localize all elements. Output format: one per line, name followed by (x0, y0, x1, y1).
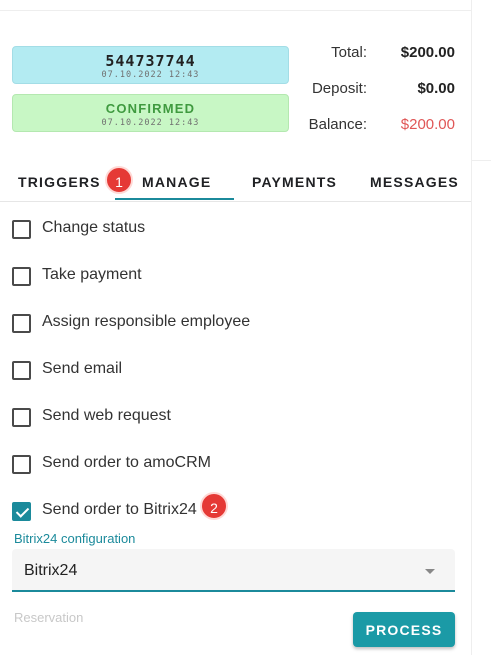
reservation-label: Reservation (14, 610, 84, 625)
total-value: $200.00 (400, 44, 455, 61)
tab-bar: TRIGGERS MANAGE PAYMENTS MESSAGES (0, 160, 471, 202)
assign-employee-checkbox[interactable] (12, 314, 31, 333)
deposit-label: Deposit: (311, 80, 367, 97)
balance-value: $200.00 (400, 116, 455, 133)
tab-triggers[interactable]: TRIGGERS (18, 160, 101, 202)
send-web-request-checkbox[interactable] (12, 408, 31, 427)
action-send-email[interactable]: Send email (12, 358, 312, 382)
action-take-payment[interactable]: Take payment (12, 264, 312, 288)
top-divider (0, 10, 471, 11)
change-status-label: Change status (42, 219, 146, 236)
step-badge-2: 2 (200, 492, 228, 520)
change-status-checkbox[interactable] (12, 220, 31, 239)
right-panel-divider (471, 0, 472, 655)
bitrix24-config-select[interactable]: Bitrix24 (12, 549, 455, 592)
dropdown-caret-icon (425, 569, 435, 574)
step-badge-1: 1 (105, 166, 133, 194)
send-email-checkbox[interactable] (12, 361, 31, 380)
order-id-date: 07.10.2022 12:43 (101, 70, 200, 80)
action-send-bitrix24[interactable]: Send order to Bitrix24 (12, 499, 312, 523)
send-bitrix24-label: Send order to Bitrix24 (42, 501, 197, 518)
balance-label: Balance: (308, 116, 367, 133)
active-tab-indicator (115, 198, 234, 200)
order-id: 544737744 (105, 52, 196, 70)
send-bitrix24-checkbox[interactable] (12, 502, 31, 521)
send-email-label: Send email (42, 360, 123, 377)
right-panel-rule (472, 160, 491, 161)
send-web-request-label: Send web request (42, 407, 171, 424)
process-button[interactable]: PROCESS (353, 612, 455, 647)
tab-messages[interactable]: MESSAGES (370, 160, 459, 202)
send-amocrm-checkbox[interactable] (12, 455, 31, 474)
order-id-chip: 544737744 07.10.2022 12:43 (12, 46, 289, 84)
total-label: Total: (331, 44, 367, 61)
send-amocrm-label: Send order to amoCRM (42, 454, 211, 471)
assign-employee-label: Assign responsible employee (42, 313, 251, 330)
take-payment-checkbox[interactable] (12, 267, 31, 286)
order-status-chip: CONFIRMED 07.10.2022 12:43 (12, 94, 289, 132)
order-status-date: 07.10.2022 12:43 (101, 118, 200, 128)
tab-manage[interactable]: MANAGE (142, 160, 211, 202)
action-send-web-request[interactable]: Send web request (12, 405, 312, 429)
tab-payments[interactable]: PAYMENTS (252, 160, 337, 202)
bitrix24-config-label: Bitrix24 configuration (14, 531, 136, 546)
action-assign-employee[interactable]: Assign responsible employee (12, 311, 312, 335)
action-send-amocrm[interactable]: Send order to amoCRM (12, 452, 312, 476)
deposit-value: $0.00 (417, 80, 455, 97)
bitrix24-config-value: Bitrix24 (24, 562, 78, 579)
take-payment-label: Take payment (42, 266, 142, 283)
action-change-status[interactable]: Change status (12, 217, 312, 241)
order-status: CONFIRMED (105, 101, 196, 116)
